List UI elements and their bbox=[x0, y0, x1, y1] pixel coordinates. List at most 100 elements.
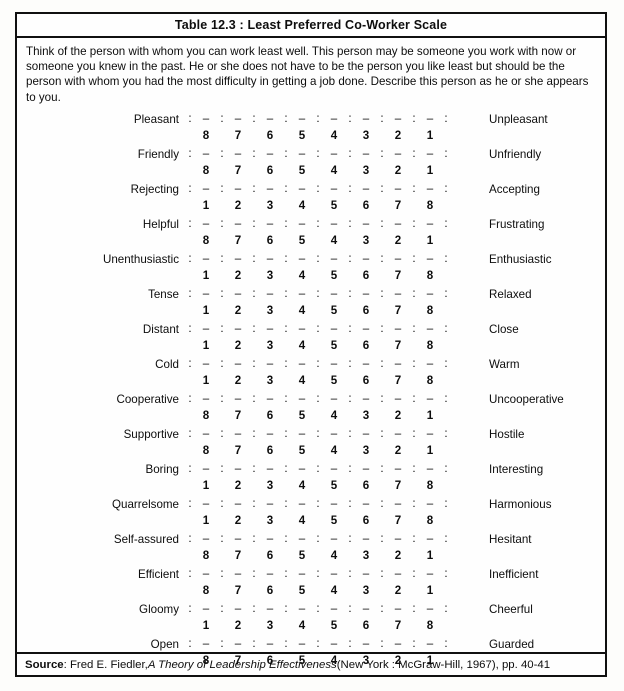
scale-blank-slot[interactable]: – bbox=[419, 532, 441, 546]
scale-blank-slot[interactable]: – bbox=[195, 462, 217, 476]
scale-blank-slot[interactable]: – bbox=[259, 497, 281, 511]
scale-blank-slot[interactable]: – bbox=[355, 357, 377, 371]
scale-blank-slot[interactable]: – bbox=[195, 427, 217, 441]
scale-blank-slot[interactable]: – bbox=[259, 287, 281, 301]
scale-blank-slot[interactable]: – bbox=[291, 182, 313, 196]
scale-blank-slot[interactable]: – bbox=[227, 427, 249, 441]
scale-blank-slot[interactable]: – bbox=[419, 147, 441, 161]
scale-blank-slot[interactable]: – bbox=[259, 462, 281, 476]
scale-blank-slot[interactable]: – bbox=[259, 637, 281, 651]
scale-blank-slot[interactable]: – bbox=[323, 567, 345, 581]
scale-blank-slot[interactable]: – bbox=[291, 147, 313, 161]
scale-blank-slot[interactable]: – bbox=[259, 602, 281, 616]
scale-blank-slot[interactable]: – bbox=[227, 602, 249, 616]
scale-blank-slot[interactable]: – bbox=[387, 147, 409, 161]
scale-blank-slot[interactable]: – bbox=[419, 637, 441, 651]
scale-blank-slot[interactable]: – bbox=[291, 217, 313, 231]
scale-blank-slot[interactable]: – bbox=[323, 462, 345, 476]
scale-blank-slot[interactable]: – bbox=[195, 147, 217, 161]
scale-blank-slot[interactable]: – bbox=[355, 462, 377, 476]
scale-blank-slot[interactable]: – bbox=[419, 287, 441, 301]
scale-blank-slot[interactable]: – bbox=[291, 637, 313, 651]
scale-blank-slot[interactable]: – bbox=[227, 392, 249, 406]
scale-blank-slot[interactable]: – bbox=[355, 427, 377, 441]
scale-blank-slot[interactable]: – bbox=[291, 322, 313, 336]
scale-blank-slot[interactable]: – bbox=[195, 252, 217, 266]
scale-blank-slot[interactable]: – bbox=[227, 322, 249, 336]
scale-blank-slot[interactable]: – bbox=[419, 217, 441, 231]
scale-blank-slot[interactable]: – bbox=[227, 112, 249, 126]
scale-blank-slot[interactable]: – bbox=[355, 637, 377, 651]
scale-blank-slot[interactable]: – bbox=[387, 427, 409, 441]
scale-blank-slot[interactable]: – bbox=[387, 567, 409, 581]
scale-blank-slot[interactable]: – bbox=[195, 322, 217, 336]
scale-blank-slot[interactable]: – bbox=[227, 637, 249, 651]
scale-blank-slot[interactable]: – bbox=[291, 392, 313, 406]
scale-blank-slot[interactable]: – bbox=[355, 567, 377, 581]
scale-blank-slot[interactable]: – bbox=[387, 112, 409, 126]
scale-blank-slot[interactable]: – bbox=[323, 112, 345, 126]
scale-blank-slot[interactable]: – bbox=[195, 637, 217, 651]
scale-blank-slot[interactable]: – bbox=[355, 392, 377, 406]
scale-blank-slot[interactable]: – bbox=[419, 322, 441, 336]
scale-blank-slot[interactable]: – bbox=[355, 322, 377, 336]
scale-blank-slot[interactable]: – bbox=[227, 217, 249, 231]
scale-blank-slot[interactable]: – bbox=[227, 287, 249, 301]
scale-blank-slot[interactable]: – bbox=[227, 357, 249, 371]
scale-blank-slot[interactable]: – bbox=[387, 322, 409, 336]
scale-blank-slot[interactable]: – bbox=[259, 322, 281, 336]
scale-blank-slot[interactable]: – bbox=[291, 287, 313, 301]
scale-blank-slot[interactable]: – bbox=[355, 287, 377, 301]
scale-blank-slot[interactable]: – bbox=[227, 462, 249, 476]
scale-blank-slot[interactable]: – bbox=[259, 532, 281, 546]
scale-blank-slot[interactable]: – bbox=[355, 217, 377, 231]
scale-blank-slot[interactable]: – bbox=[355, 532, 377, 546]
scale-blank-slot[interactable]: – bbox=[323, 357, 345, 371]
scale-blank-slot[interactable]: – bbox=[355, 497, 377, 511]
scale-blank-slot[interactable]: – bbox=[227, 567, 249, 581]
scale-blank-slot[interactable]: – bbox=[387, 392, 409, 406]
scale-blank-slot[interactable]: – bbox=[195, 567, 217, 581]
scale-blank-slot[interactable]: – bbox=[387, 637, 409, 651]
scale-blank-slot[interactable]: – bbox=[291, 427, 313, 441]
scale-blank-slot[interactable]: – bbox=[323, 427, 345, 441]
scale-blank-slot[interactable]: – bbox=[291, 602, 313, 616]
scale-blank-slot[interactable]: – bbox=[259, 217, 281, 231]
scale-blank-slot[interactable]: – bbox=[291, 567, 313, 581]
scale-blank-slot[interactable]: – bbox=[387, 182, 409, 196]
scale-blank-slot[interactable]: – bbox=[419, 252, 441, 266]
scale-blank-slot[interactable]: – bbox=[419, 462, 441, 476]
scale-blank-slot[interactable]: – bbox=[195, 112, 217, 126]
scale-blank-slot[interactable]: – bbox=[291, 532, 313, 546]
scale-blank-slot[interactable]: – bbox=[419, 567, 441, 581]
scale-blank-slot[interactable]: – bbox=[355, 602, 377, 616]
scale-blank-slot[interactable]: – bbox=[387, 357, 409, 371]
scale-blank-slot[interactable]: – bbox=[227, 497, 249, 511]
scale-blank-slot[interactable]: – bbox=[259, 252, 281, 266]
scale-blank-slot[interactable]: – bbox=[387, 497, 409, 511]
scale-blank-slot[interactable]: – bbox=[419, 602, 441, 616]
scale-blank-slot[interactable]: – bbox=[419, 392, 441, 406]
scale-blank-slot[interactable]: – bbox=[387, 532, 409, 546]
scale-blank-slot[interactable]: – bbox=[259, 392, 281, 406]
scale-blank-slot[interactable]: – bbox=[227, 147, 249, 161]
scale-blank-slot[interactable]: – bbox=[323, 182, 345, 196]
scale-blank-slot[interactable]: – bbox=[195, 357, 217, 371]
scale-blank-slot[interactable]: – bbox=[291, 112, 313, 126]
scale-blank-slot[interactable]: – bbox=[355, 112, 377, 126]
scale-blank-slot[interactable]: – bbox=[259, 182, 281, 196]
scale-blank-slot[interactable]: – bbox=[419, 182, 441, 196]
scale-blank-slot[interactable]: – bbox=[227, 182, 249, 196]
scale-blank-slot[interactable]: – bbox=[323, 252, 345, 266]
scale-blank-slot[interactable]: – bbox=[291, 462, 313, 476]
scale-blank-slot[interactable]: – bbox=[259, 147, 281, 161]
scale-blank-slot[interactable]: – bbox=[323, 602, 345, 616]
scale-blank-slot[interactable]: – bbox=[195, 182, 217, 196]
scale-blank-slot[interactable]: – bbox=[323, 217, 345, 231]
scale-blank-slot[interactable]: – bbox=[195, 392, 217, 406]
scale-blank-slot[interactable]: – bbox=[259, 567, 281, 581]
scale-blank-slot[interactable]: – bbox=[259, 112, 281, 126]
scale-blank-slot[interactable]: – bbox=[387, 287, 409, 301]
scale-blank-slot[interactable]: – bbox=[323, 322, 345, 336]
scale-blank-slot[interactable]: – bbox=[419, 497, 441, 511]
